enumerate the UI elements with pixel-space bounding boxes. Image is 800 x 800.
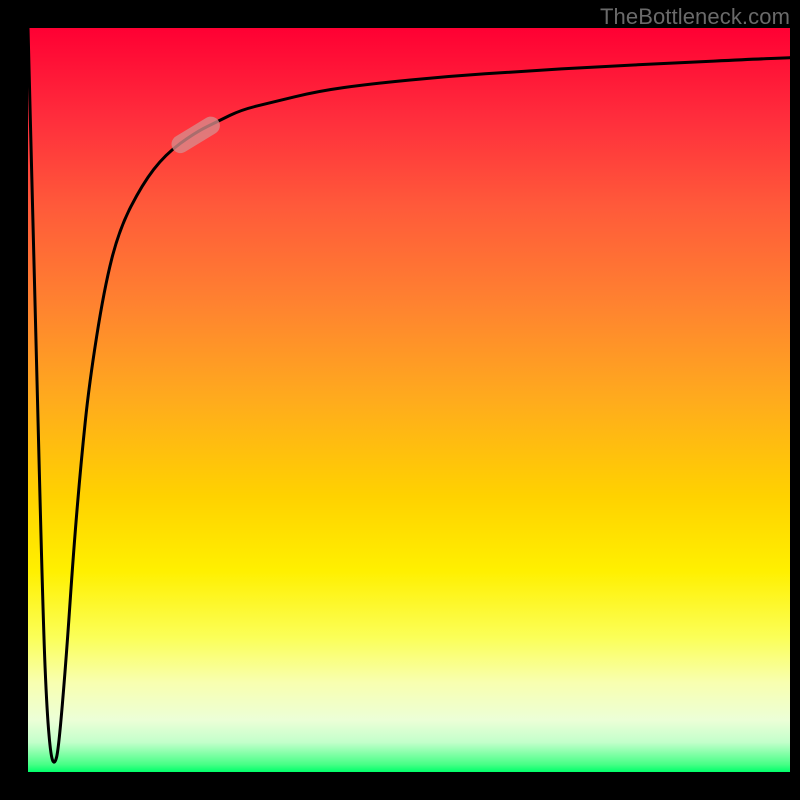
watermark-text: TheBottleneck.com [600,4,790,30]
chart-frame: TheBottleneck.com [0,0,800,800]
plot-background-gradient [28,28,790,772]
